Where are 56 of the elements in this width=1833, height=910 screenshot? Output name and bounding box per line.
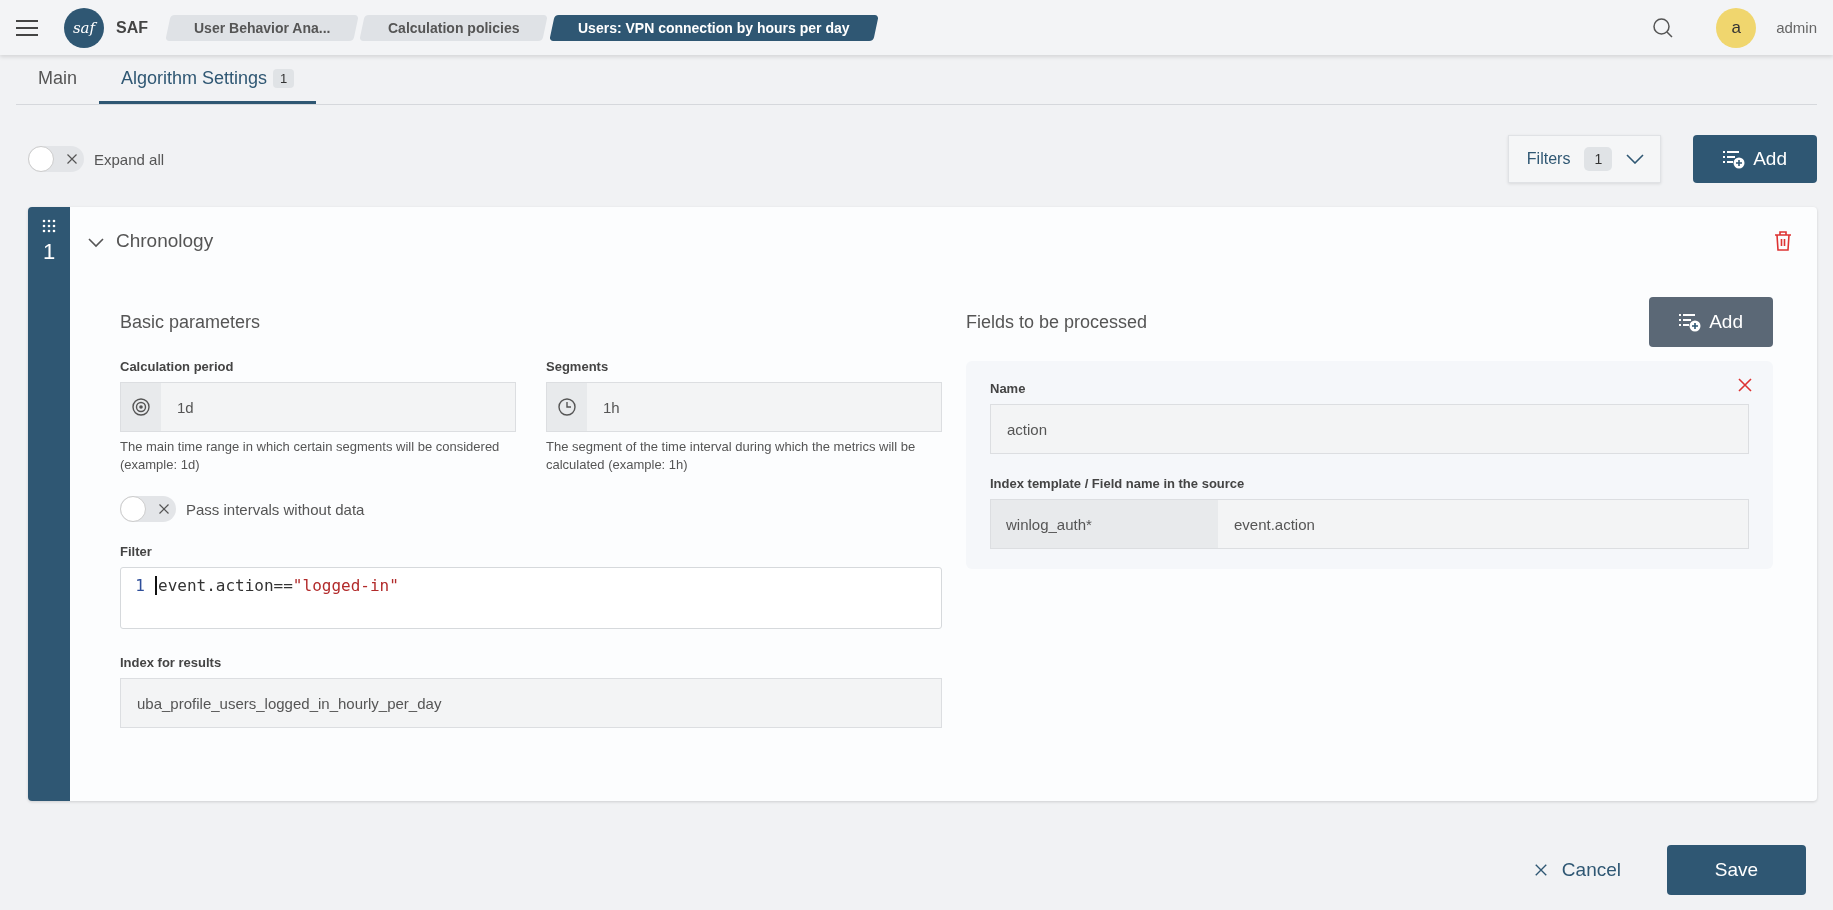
x-icon: [158, 503, 170, 516]
input-field[interactable]: 1h: [546, 382, 942, 432]
toggle-label: Pass intervals without data: [186, 500, 365, 518]
field-label: Segments: [546, 359, 610, 374]
field-hint: The main time range in which certain segments will be considered (example: 1d): [120, 438, 501, 475]
add-button[interactable]: Add: [1649, 297, 1773, 347]
field-label: Index template / Field name in the source: [990, 476, 1245, 491]
user-name[interactable]: admin: [1776, 19, 1817, 36]
section-number: 1: [42, 239, 56, 265]
input-field[interactable]: action: [990, 404, 1749, 454]
filters-label: Filters: [1526, 150, 1571, 168]
section-title: Chronology: [116, 230, 214, 252]
breadcrumb[interactable]: Users: VPN connection by hours per day: [549, 14, 879, 41]
line-number: 1: [134, 576, 146, 596]
tab[interactable]: Algorithm Settings 1: [99, 55, 317, 104]
count-badge: 1: [1584, 147, 1613, 171]
field-label: Calculation period: [120, 359, 235, 374]
field-hint: The segment of the time interval during which the metrics will be calculated (example: 1h): [546, 438, 917, 475]
add-button[interactable]: Add: [1693, 135, 1817, 183]
clock-icon: [557, 397, 577, 417]
toggle-switch[interactable]: [120, 496, 176, 523]
input-field[interactable]: 1d: [120, 382, 516, 432]
collapse-button[interactable]: [88, 236, 104, 246]
section-handle[interactable]: 1: [28, 207, 70, 801]
count-badge: 1: [273, 68, 295, 88]
logo: saf: [64, 7, 104, 48]
section-heading: Fields to be processed: [966, 310, 1148, 334]
chevron-down-icon: [1626, 154, 1645, 164]
save-button[interactable]: Save: [1667, 845, 1806, 895]
toggle-switch[interactable]: [28, 146, 84, 172]
toggle-label: Expand all: [94, 150, 165, 168]
x-icon: [66, 153, 78, 165]
breadcrumb[interactable]: User Behavior Ana...: [165, 14, 360, 41]
close-button[interactable]: [1737, 377, 1753, 393]
drag-grip-icon[interactable]: [42, 219, 56, 233]
menu-button[interactable]: [16, 19, 38, 36]
x-icon: [1737, 377, 1753, 393]
list-add-icon: [1679, 312, 1702, 332]
x-icon: [1533, 863, 1548, 877]
search-icon[interactable]: [1652, 16, 1675, 39]
field-label: Name: [990, 381, 1026, 396]
list-add-icon: [1723, 149, 1746, 169]
avatar[interactable]: a: [1716, 7, 1757, 48]
code-line: event.action=="logged-in": [155, 576, 399, 596]
input-field[interactable]: uba_profile_users_logged_in_hourly_per_day: [120, 678, 942, 729]
field-label: Filter: [120, 544, 153, 560]
code-editor[interactable]: 1 event.action=="logged-in": [120, 567, 942, 630]
target-icon: [131, 397, 151, 417]
app-name: SAF: [116, 18, 148, 37]
field-label: Index for results: [120, 655, 223, 671]
filters-dropdown[interactable]: Filters 1: [1507, 135, 1662, 183]
breadcrumb[interactable]: Calculation policies: [359, 14, 549, 41]
cancel-button[interactable]: Cancel: [1527, 858, 1627, 882]
tab[interactable]: Main: [16, 55, 99, 104]
trash-icon[interactable]: [1773, 230, 1793, 252]
section-heading: Basic parameters: [120, 310, 262, 334]
